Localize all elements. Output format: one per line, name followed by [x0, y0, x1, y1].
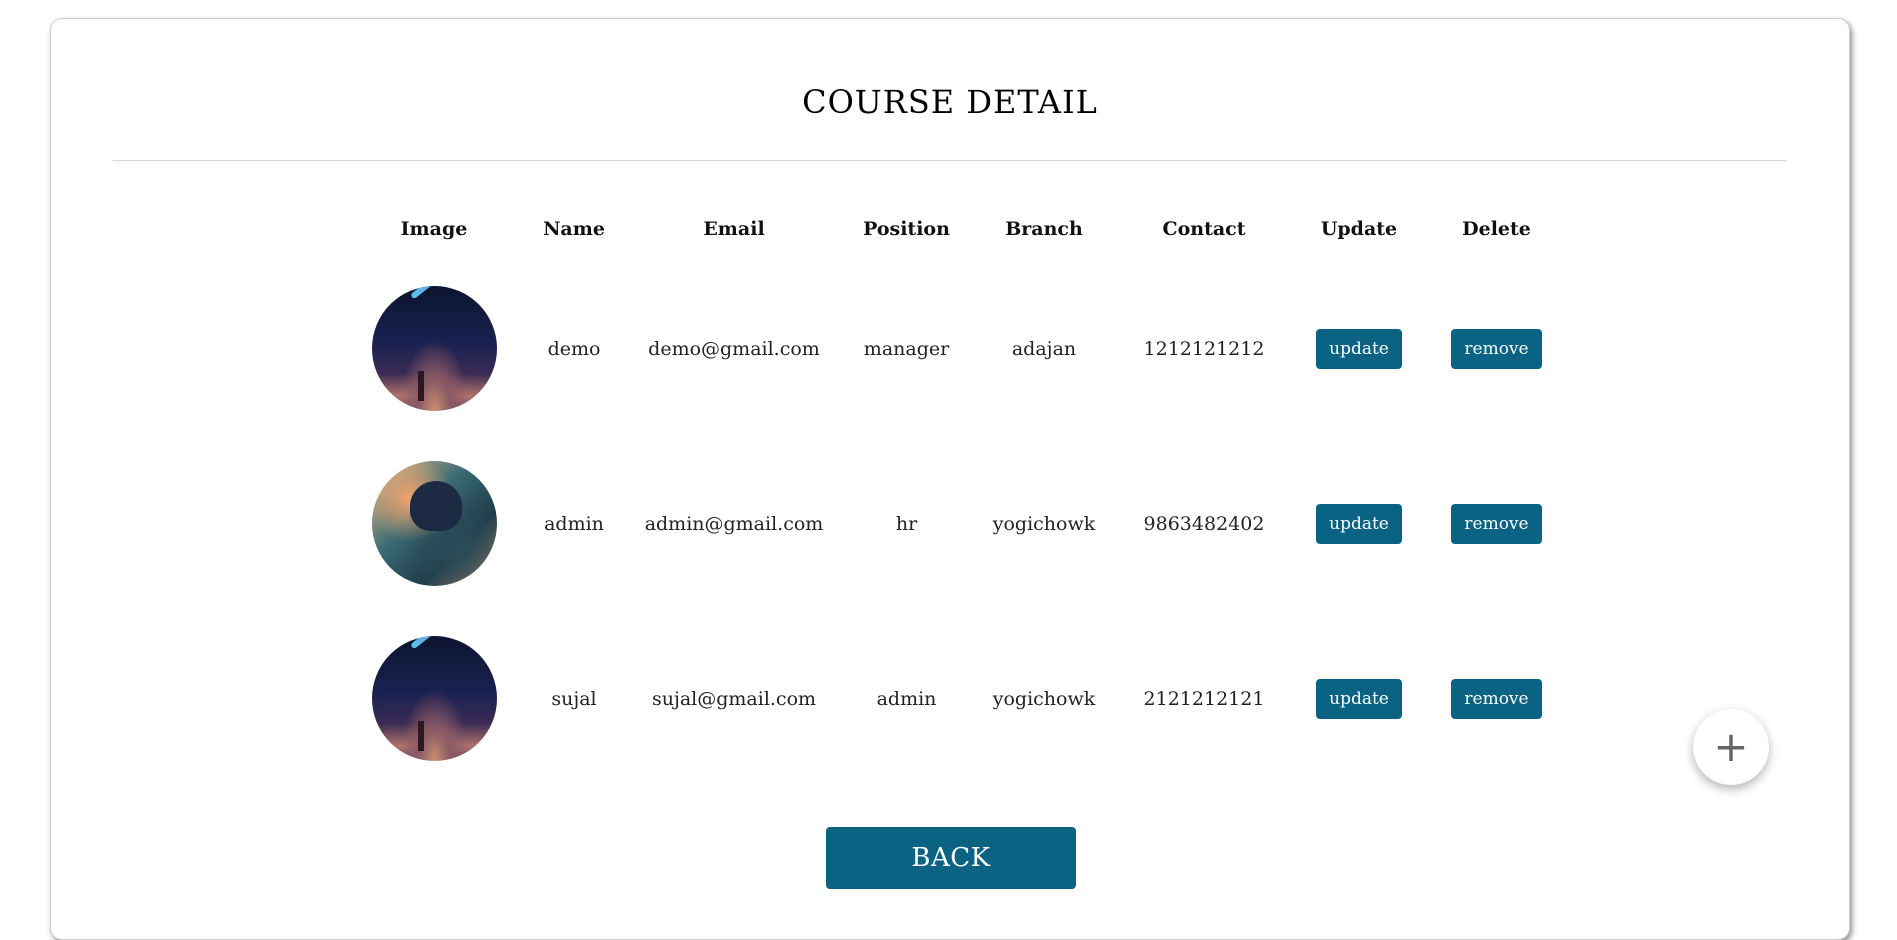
row-image-cell — [359, 261, 509, 436]
update-button[interactable]: update — [1316, 678, 1402, 719]
row-update-cell: update — [1304, 611, 1414, 786]
row-email: admin@gmail.com — [644, 512, 824, 535]
plus-icon: + — [1713, 722, 1749, 771]
row-contact: 2121212121 — [1143, 687, 1265, 710]
update-button[interactable]: update — [1316, 503, 1402, 544]
row-name: sujal — [551, 687, 597, 710]
row-branch: yogichowk — [992, 512, 1096, 535]
header-update: Update — [1320, 218, 1398, 240]
row-delete-cell: remove — [1414, 261, 1579, 436]
remove-button[interactable]: remove — [1451, 503, 1542, 544]
remove-button[interactable]: remove — [1451, 328, 1542, 369]
row-position: admin — [876, 687, 937, 710]
row-email: demo@gmail.com — [648, 337, 820, 360]
header-email: Email — [703, 218, 765, 240]
table-header-row: Image Name Email Position Branch Contact… — [359, 197, 1579, 261]
title-divider — [113, 160, 1787, 161]
row-delete-cell: remove — [1414, 611, 1579, 786]
row-name: demo — [547, 337, 601, 360]
character-hair — [409, 481, 462, 531]
avatar — [371, 286, 497, 411]
header-name: Name — [543, 218, 605, 240]
row-branch: adajan — [1011, 337, 1077, 360]
header-image: Image — [400, 218, 468, 240]
avatar — [371, 461, 497, 586]
comet-streak — [409, 286, 497, 300]
back-button[interactable]: BACK — [826, 827, 1076, 889]
row-image-cell — [359, 436, 509, 611]
row-delete-cell: remove — [1414, 436, 1579, 611]
header-delete: Delete — [1462, 218, 1531, 240]
row-image-cell — [359, 611, 509, 786]
table-row: sujal sujal@gmail.com admin yogichowk 21… — [359, 611, 1579, 786]
row-update-cell: update — [1304, 436, 1414, 611]
comet-streak — [409, 636, 497, 650]
course-detail-card: COURSE DETAIL Image Name Email Position … — [50, 18, 1850, 940]
row-update-cell: update — [1304, 261, 1414, 436]
row-contact: 9863482402 — [1143, 512, 1265, 535]
row-branch: yogichowk — [992, 687, 1096, 710]
table-row: demo demo@gmail.com manager adajan 12121… — [359, 261, 1579, 436]
row-email: sujal@gmail.com — [651, 687, 817, 710]
header-position: Position — [863, 218, 950, 240]
page-title: COURSE DETAIL — [802, 83, 1098, 121]
row-position: manager — [863, 337, 950, 360]
header-branch: Branch — [1005, 218, 1083, 240]
row-name: admin — [544, 512, 604, 535]
remove-button[interactable]: remove — [1451, 678, 1542, 719]
update-button[interactable]: update — [1316, 328, 1402, 369]
row-contact: 1212121212 — [1143, 337, 1265, 360]
figure-silhouette — [417, 721, 424, 751]
add-course-button[interactable]: + — [1693, 709, 1769, 785]
row-position: hr — [895, 512, 918, 535]
table-row: admin admin@gmail.com hr yogichowk 98634… — [359, 436, 1579, 611]
header-contact: Contact — [1162, 218, 1246, 240]
avatar — [371, 636, 497, 761]
course-table: Image Name Email Position Branch Contact… — [359, 197, 1579, 786]
figure-silhouette — [417, 371, 424, 401]
